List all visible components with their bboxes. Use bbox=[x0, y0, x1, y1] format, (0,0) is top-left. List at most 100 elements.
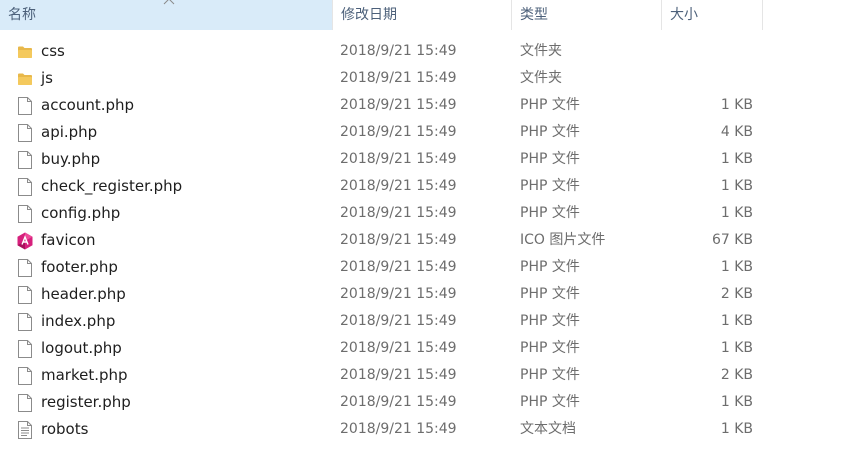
file-icon bbox=[16, 308, 34, 335]
column-header-type[interactable]: 类型 bbox=[512, 0, 661, 30]
file-type: 文本文档 bbox=[520, 421, 576, 437]
file-size: 1 KB bbox=[720, 151, 753, 167]
file-size: 1 KB bbox=[720, 178, 753, 194]
file-size bbox=[660, 38, 753, 65]
favicon-icon bbox=[16, 227, 34, 254]
column-header-size[interactable]: 大小 bbox=[662, 0, 762, 30]
file-modified-date: 2018/9/21 15:49 bbox=[340, 367, 457, 383]
sort-ascending-icon bbox=[163, 0, 175, 5]
file-type: PHP 文件 bbox=[520, 394, 580, 410]
file-size: 1 KB bbox=[720, 340, 753, 356]
file-icon bbox=[16, 119, 34, 146]
file-row[interactable]: header.php 2018/9/21 15:49 PHP 文件 2 KB bbox=[0, 281, 843, 308]
file-modified-date: 2018/9/21 15:49 bbox=[340, 97, 457, 113]
column-header-date[interactable]: 修改日期 bbox=[333, 0, 511, 30]
file-type: ICO 图片文件 bbox=[520, 232, 606, 248]
file-row[interactable]: market.php 2018/9/21 15:49 PHP 文件 2 KB bbox=[0, 362, 843, 389]
column-header-name[interactable]: 名称 bbox=[0, 0, 332, 30]
file-row[interactable]: robots 2018/9/21 15:49 文本文档 1 KB bbox=[0, 416, 843, 443]
file-modified-date: 2018/9/21 15:49 bbox=[340, 421, 457, 437]
folder-icon bbox=[16, 38, 34, 65]
file-modified-date: 2018/9/21 15:49 bbox=[340, 124, 457, 140]
file-type: PHP 文件 bbox=[520, 205, 580, 221]
file-type: PHP 文件 bbox=[520, 97, 580, 113]
file-row[interactable]: register.php 2018/9/21 15:49 PHP 文件 1 KB bbox=[0, 389, 843, 416]
file-type: PHP 文件 bbox=[520, 286, 580, 302]
file-type: PHP 文件 bbox=[520, 151, 580, 167]
file-icon bbox=[16, 200, 34, 227]
file-size: 1 KB bbox=[720, 205, 753, 221]
file-icon bbox=[16, 335, 34, 362]
file-name: check_register.php bbox=[41, 177, 183, 195]
file-name: register.php bbox=[41, 393, 131, 411]
file-modified-date: 2018/9/21 15:49 bbox=[340, 232, 457, 248]
column-header-size-label: 大小 bbox=[670, 7, 698, 23]
file-modified-date: 2018/9/21 15:49 bbox=[340, 151, 457, 167]
file-row[interactable]: config.php 2018/9/21 15:49 PHP 文件 1 KB bbox=[0, 200, 843, 227]
file-type: 文件夹 bbox=[520, 43, 562, 59]
file-type: PHP 文件 bbox=[520, 340, 580, 356]
file-modified-date: 2018/9/21 15:49 bbox=[340, 205, 457, 221]
file-name: footer.php bbox=[41, 258, 118, 276]
file-modified-date: 2018/9/21 15:49 bbox=[340, 70, 457, 86]
file-size: 1 KB bbox=[720, 97, 753, 113]
text-file-icon bbox=[16, 416, 34, 443]
file-type: 文件夹 bbox=[520, 70, 562, 86]
file-modified-date: 2018/9/21 15:49 bbox=[340, 43, 457, 59]
file-row[interactable]: check_register.php 2018/9/21 15:49 PHP 文件 1… bbox=[0, 173, 843, 200]
file-modified-date: 2018/9/21 15:49 bbox=[340, 340, 457, 356]
file-list: css 2018/9/21 15:49 文件夹 js 2018/9/21 15:49 文件… bbox=[0, 38, 843, 443]
file-type: PHP 文件 bbox=[520, 367, 580, 383]
file-name: favicon bbox=[41, 231, 96, 249]
file-icon bbox=[16, 92, 34, 119]
file-size: 1 KB bbox=[720, 259, 753, 275]
file-name: buy.php bbox=[41, 150, 101, 168]
file-size: 2 KB bbox=[720, 286, 753, 302]
file-icon bbox=[16, 146, 34, 173]
folder-icon bbox=[16, 65, 34, 92]
file-name: robots bbox=[41, 420, 89, 438]
file-icon bbox=[16, 254, 34, 281]
file-row[interactable]: api.php 2018/9/21 15:49 PHP 文件 4 KB bbox=[0, 119, 843, 146]
file-icon bbox=[16, 389, 34, 416]
file-name: api.php bbox=[41, 123, 98, 141]
file-modified-date: 2018/9/21 15:49 bbox=[340, 259, 457, 275]
file-size: 2 KB bbox=[720, 367, 753, 383]
file-row[interactable]: index.php 2018/9/21 15:49 PHP 文件 1 KB bbox=[0, 308, 843, 335]
file-row[interactable]: logout.php 2018/9/21 15:49 PHP 文件 1 KB bbox=[0, 335, 843, 362]
file-icon bbox=[16, 281, 34, 308]
file-size: 4 KB bbox=[720, 124, 753, 140]
file-modified-date: 2018/9/21 15:49 bbox=[340, 313, 457, 329]
file-row[interactable]: account.php 2018/9/21 15:49 PHP 文件 1 KB bbox=[0, 92, 843, 119]
file-row[interactable]: buy.php 2018/9/21 15:49 PHP 文件 1 KB bbox=[0, 146, 843, 173]
file-modified-date: 2018/9/21 15:49 bbox=[340, 286, 457, 302]
file-type: PHP 文件 bbox=[520, 124, 580, 140]
file-row[interactable]: footer.php 2018/9/21 15:49 PHP 文件 1 KB bbox=[0, 254, 843, 281]
file-size: 67 KB bbox=[711, 232, 753, 248]
column-header-type-label: 类型 bbox=[520, 7, 548, 23]
file-name: css bbox=[41, 42, 65, 60]
file-size: 1 KB bbox=[720, 421, 753, 437]
file-size: 1 KB bbox=[720, 394, 753, 410]
column-header: 名称 修改日期 类型 大小 bbox=[0, 0, 843, 30]
file-row[interactable]: favicon 2018/9/21 15:49 ICO 图片文件 67 KB bbox=[0, 227, 843, 254]
file-modified-date: 2018/9/21 15:49 bbox=[340, 178, 457, 194]
file-type: PHP 文件 bbox=[520, 313, 580, 329]
file-name: account.php bbox=[41, 96, 135, 114]
file-icon bbox=[16, 173, 34, 200]
file-name: js bbox=[41, 69, 53, 87]
file-type: PHP 文件 bbox=[520, 178, 580, 194]
file-modified-date: 2018/9/21 15:49 bbox=[340, 394, 457, 410]
file-type: PHP 文件 bbox=[520, 259, 580, 275]
column-header-date-label: 修改日期 bbox=[341, 7, 397, 23]
column-divider[interactable] bbox=[762, 0, 763, 30]
file-name: index.php bbox=[41, 312, 116, 330]
file-row[interactable]: js 2018/9/21 15:49 文件夹 bbox=[0, 65, 843, 92]
file-name: market.php bbox=[41, 366, 128, 384]
file-size bbox=[660, 65, 753, 92]
column-header-name-label: 名称 bbox=[8, 7, 36, 23]
file-icon bbox=[16, 362, 34, 389]
file-row[interactable]: css 2018/9/21 15:49 文件夹 bbox=[0, 38, 843, 65]
file-name: logout.php bbox=[41, 339, 122, 357]
file-size: 1 KB bbox=[720, 313, 753, 329]
